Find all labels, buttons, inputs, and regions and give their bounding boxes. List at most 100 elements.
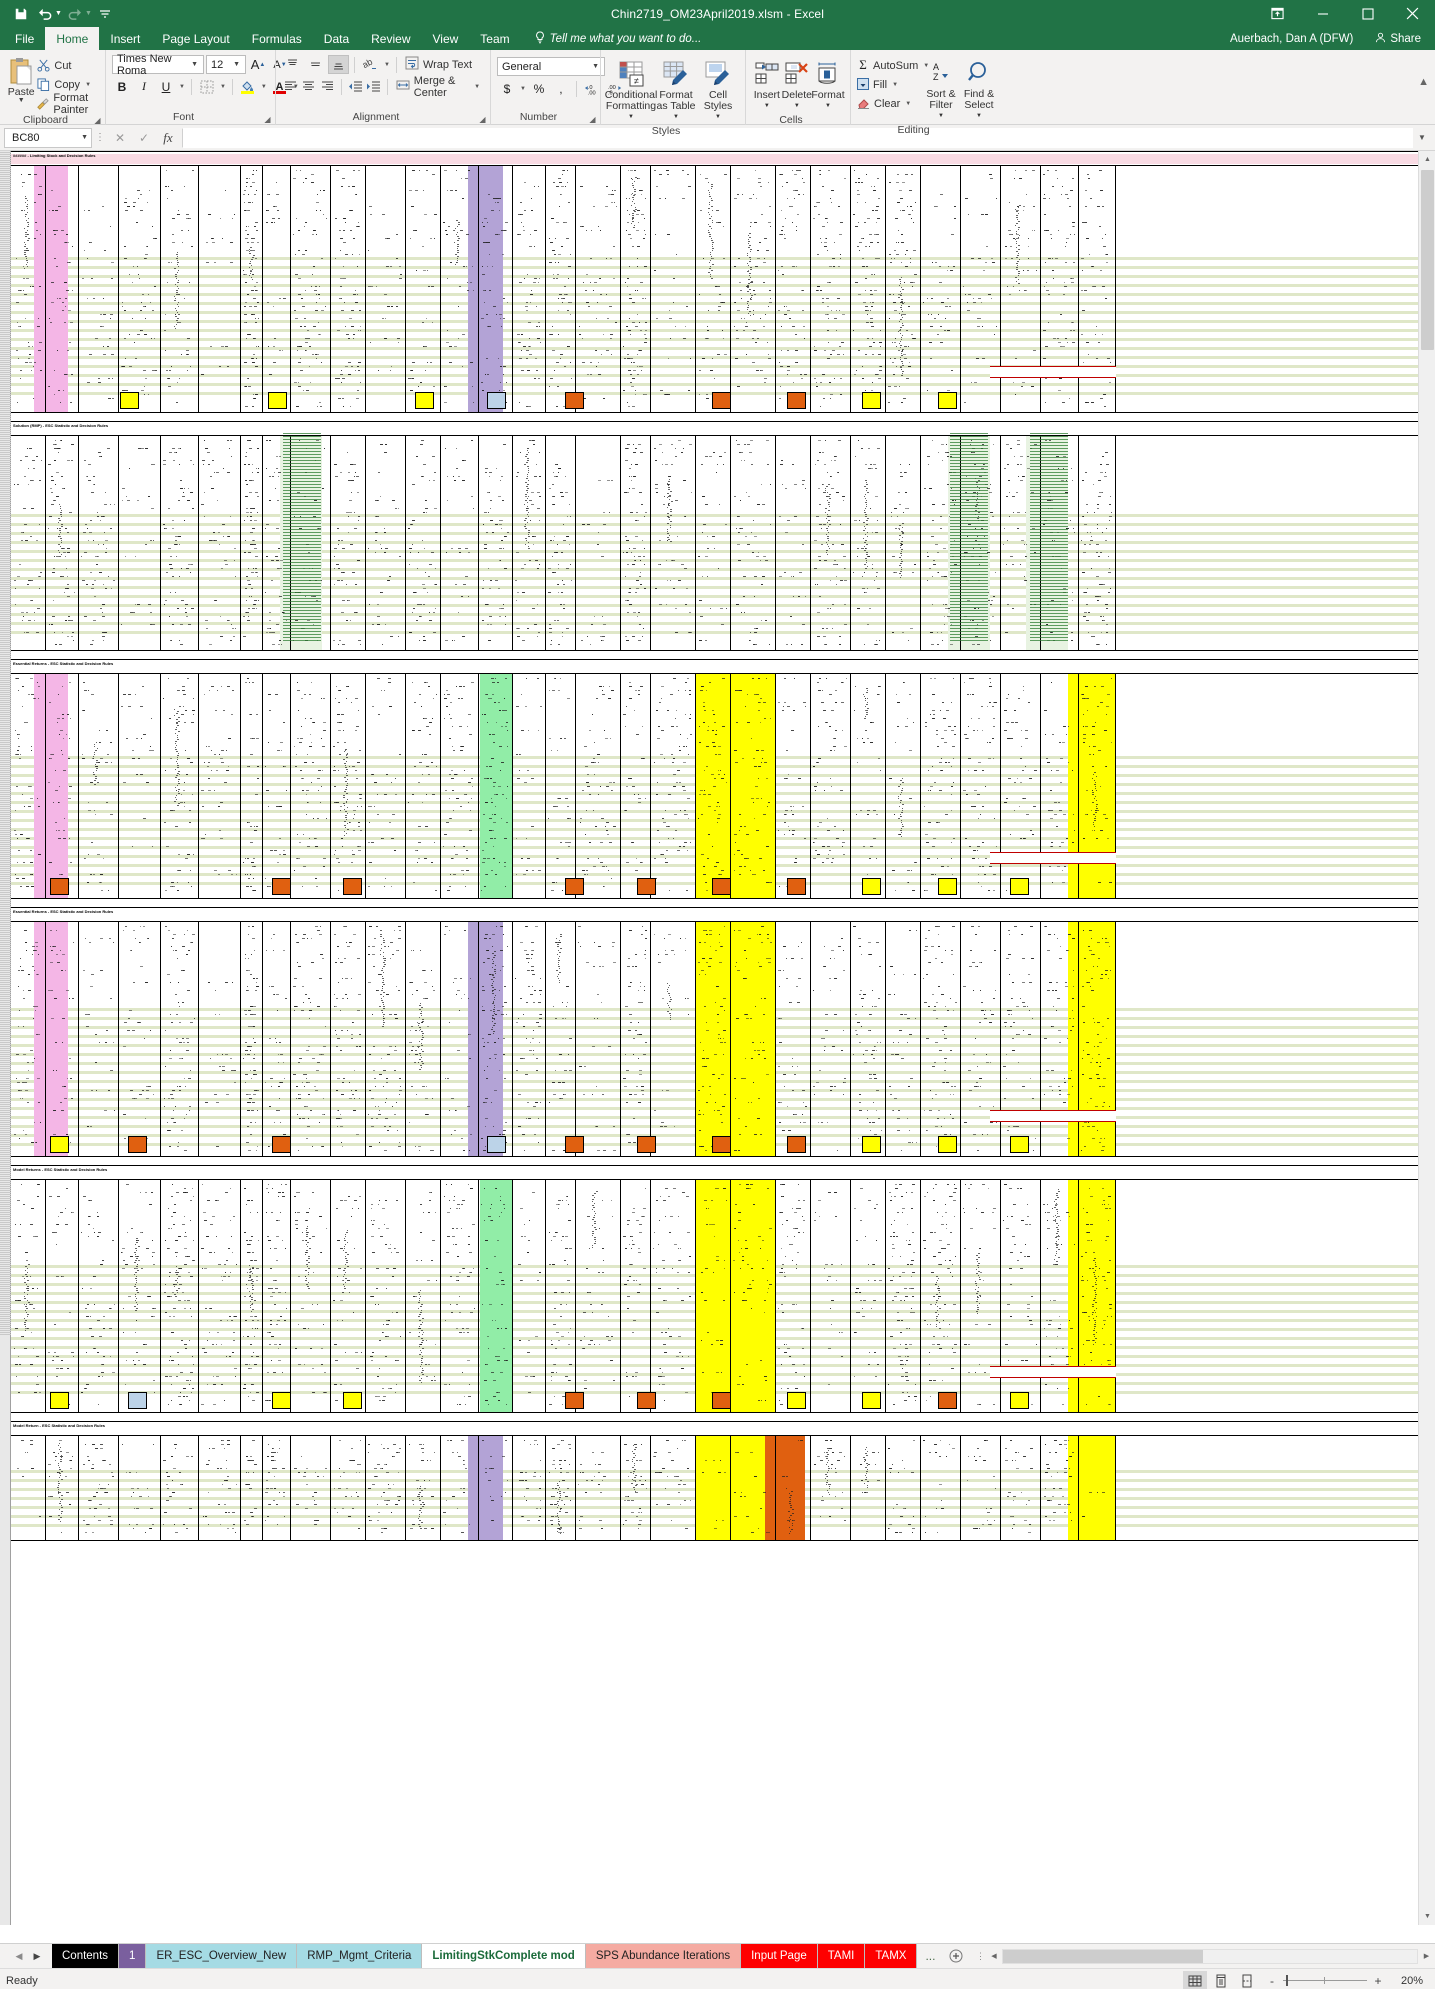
highlighted-cell-marker[interactable] — [787, 392, 806, 409]
worksheet-block[interactable]: Essential Returns - ESC Statistic and De… — [11, 659, 1418, 899]
increase-font-size-button[interactable]: A ▲ — [248, 55, 268, 74]
find-select-button[interactable]: Find & Select ▼ — [961, 56, 997, 122]
font-dialog-launcher[interactable]: ◢ — [263, 115, 272, 124]
borders-dropdown-caret[interactable]: ▼ — [219, 84, 227, 90]
orientation-caret[interactable]: ▼ — [383, 62, 391, 68]
expand-formula-bar-icon[interactable]: ▼ — [1413, 133, 1431, 142]
share-button[interactable]: Share — [1365, 27, 1435, 50]
find-select-caret[interactable]: ▼ — [976, 111, 982, 122]
micro-text-mark — [596, 318, 598, 319]
highlighted-cell-marker[interactable] — [487, 392, 506, 409]
clear-button[interactable]: Clear ▼ — [857, 95, 919, 113]
format-cells-caret[interactable]: ▼ — [825, 101, 831, 112]
format-as-table-button[interactable]: Format as Table ▼ — [655, 57, 697, 123]
orientation-button[interactable]: ab — [360, 55, 381, 74]
tab-data[interactable]: Data — [313, 27, 360, 50]
highlighted-cell-marker[interactable] — [120, 392, 139, 409]
fill-caret[interactable]: ▼ — [891, 82, 899, 88]
highlighted-cell-marker[interactable] — [862, 392, 881, 409]
tab-insert[interactable]: Insert — [99, 27, 151, 50]
tab-home[interactable]: Home — [45, 27, 100, 50]
sort-filter-caret[interactable]: ▼ — [938, 111, 944, 122]
name-box-caret[interactable]: ▼ — [81, 134, 88, 141]
currency-caret[interactable]: ▼ — [519, 86, 527, 92]
paste-button[interactable]: Paste ▼ — [6, 55, 36, 104]
tab-file[interactable]: File — [4, 27, 45, 50]
formula-input[interactable] — [182, 127, 1413, 148]
highlighted-cell-marker[interactable] — [565, 392, 584, 409]
worksheet-block[interactable]: ###### - Limiting Stock and Decision Rul… — [11, 151, 1418, 413]
merge-center-button[interactable]: Merge & Center ▼ — [393, 75, 484, 99]
alignment-dialog-launcher[interactable]: ◢ — [478, 115, 487, 124]
number-format-combo[interactable]: General ▼ — [497, 57, 605, 76]
delete-cells-button[interactable]: Delete ▼ — [782, 57, 812, 112]
conditional-formatting-button[interactable]: ≠ Conditional Formatting ▼ — [605, 57, 657, 123]
font-name-caret[interactable]: ▼ — [188, 61, 201, 68]
align-middle-button[interactable] — [305, 55, 326, 74]
highlighted-cell-marker[interactable] — [415, 392, 434, 409]
clipboard-dialog-launcher[interactable]: ◢ — [93, 116, 102, 125]
tab-formulas[interactable]: Formulas — [241, 27, 313, 50]
sort-filter-button[interactable]: A Z Sort & Filter ▼ — [923, 56, 959, 122]
font-size-combo[interactable]: 12 ▼ — [206, 55, 246, 74]
micro-text-mark — [498, 560, 501, 561]
paste-dropdown-caret[interactable]: ▼ — [18, 97, 25, 104]
tab-page-layout[interactable]: Page Layout — [151, 27, 240, 50]
worksheet-grid[interactable]: ###### - Limiting Stock and Decision Rul… — [0, 151, 1418, 1925]
highlighted-cell-marker[interactable] — [938, 392, 957, 409]
currency-button[interactable]: $ — [497, 79, 517, 98]
underline-dropdown-caret[interactable]: ▼ — [178, 84, 186, 90]
collapse-ribbon-icon[interactable]: ▲ — [1418, 76, 1429, 88]
font-size-caret[interactable]: ▼ — [230, 61, 243, 68]
align-top-button[interactable] — [282, 55, 303, 74]
tab-view[interactable]: View — [422, 27, 470, 50]
tell-me-search[interactable]: Tell me what you want to do... — [521, 27, 701, 50]
highlighted-cell-marker[interactable] — [268, 392, 287, 409]
underline-button[interactable]: U — [156, 77, 176, 96]
borders-button[interactable] — [197, 77, 217, 96]
formula-bar-grip[interactable]: ⋮ — [92, 132, 108, 143]
copy-button[interactable]: Copy ▼ — [36, 76, 99, 93]
italic-button[interactable]: I — [134, 77, 154, 96]
micro-text-mark — [742, 330, 745, 331]
fill-button[interactable]: Fill ▼ — [857, 76, 919, 94]
merge-center-caret[interactable]: ▼ — [473, 84, 481, 90]
wrap-text-button[interactable]: Wrap Text — [402, 55, 475, 74]
account-name[interactable]: Auerbach, Dan A (DFW) — [1230, 33, 1365, 45]
font-name-combo[interactable]: Times New Roma ▼ — [112, 53, 204, 77]
insert-function-icon[interactable]: fx — [156, 128, 180, 148]
increase-indent-button[interactable] — [365, 77, 382, 96]
align-center-button[interactable] — [301, 77, 318, 96]
name-box[interactable]: BC80 ▼ — [4, 127, 92, 148]
format-cells-button[interactable]: Format ▼ — [811, 57, 845, 112]
format-painter-button[interactable]: Format Painter — [36, 92, 99, 116]
row-header-gutter[interactable] — [0, 151, 11, 1925]
copy-dropdown-caret[interactable]: ▼ — [84, 82, 92, 88]
delete-cells-caret[interactable]: ▼ — [794, 101, 800, 112]
insert-cells-caret[interactable]: ▼ — [764, 101, 770, 112]
conditional-formatting-caret[interactable]: ▼ — [628, 112, 634, 123]
percent-button[interactable]: % — [529, 79, 549, 98]
cancel-formula-icon[interactable]: ✕ — [108, 128, 132, 148]
comma-style-button[interactable]: , — [551, 79, 571, 98]
tab-team[interactable]: Team — [469, 27, 520, 50]
fill-color-caret[interactable]: ▼ — [260, 84, 268, 90]
insert-cells-button[interactable]: Insert ▼ — [752, 57, 782, 112]
format-as-table-caret[interactable]: ▼ — [673, 112, 679, 123]
cell-styles-button[interactable]: Cell Styles ▼ — [697, 57, 739, 123]
highlighted-cell-marker[interactable] — [712, 392, 731, 409]
bold-button[interactable]: B — [112, 77, 132, 96]
cell-styles-caret[interactable]: ▼ — [715, 112, 721, 123]
cut-button[interactable]: Cut — [36, 57, 99, 74]
number-dialog-launcher[interactable]: ◢ — [588, 115, 597, 124]
tab-review[interactable]: Review — [360, 27, 421, 50]
decrease-indent-button[interactable] — [347, 77, 364, 96]
fill-color-button[interactable] — [238, 77, 258, 96]
worksheet-block[interactable]: Solution (RMP) - ESC Statistic and Decis… — [11, 421, 1418, 651]
clear-caret[interactable]: ▼ — [904, 101, 912, 107]
enter-formula-icon[interactable]: ✓ — [132, 128, 156, 148]
align-right-button[interactable] — [319, 77, 336, 96]
align-bottom-button[interactable] — [328, 55, 349, 74]
align-left-button[interactable] — [282, 77, 299, 96]
autosum-button[interactable]: Σ AutoSum ▼ — [857, 57, 929, 75]
